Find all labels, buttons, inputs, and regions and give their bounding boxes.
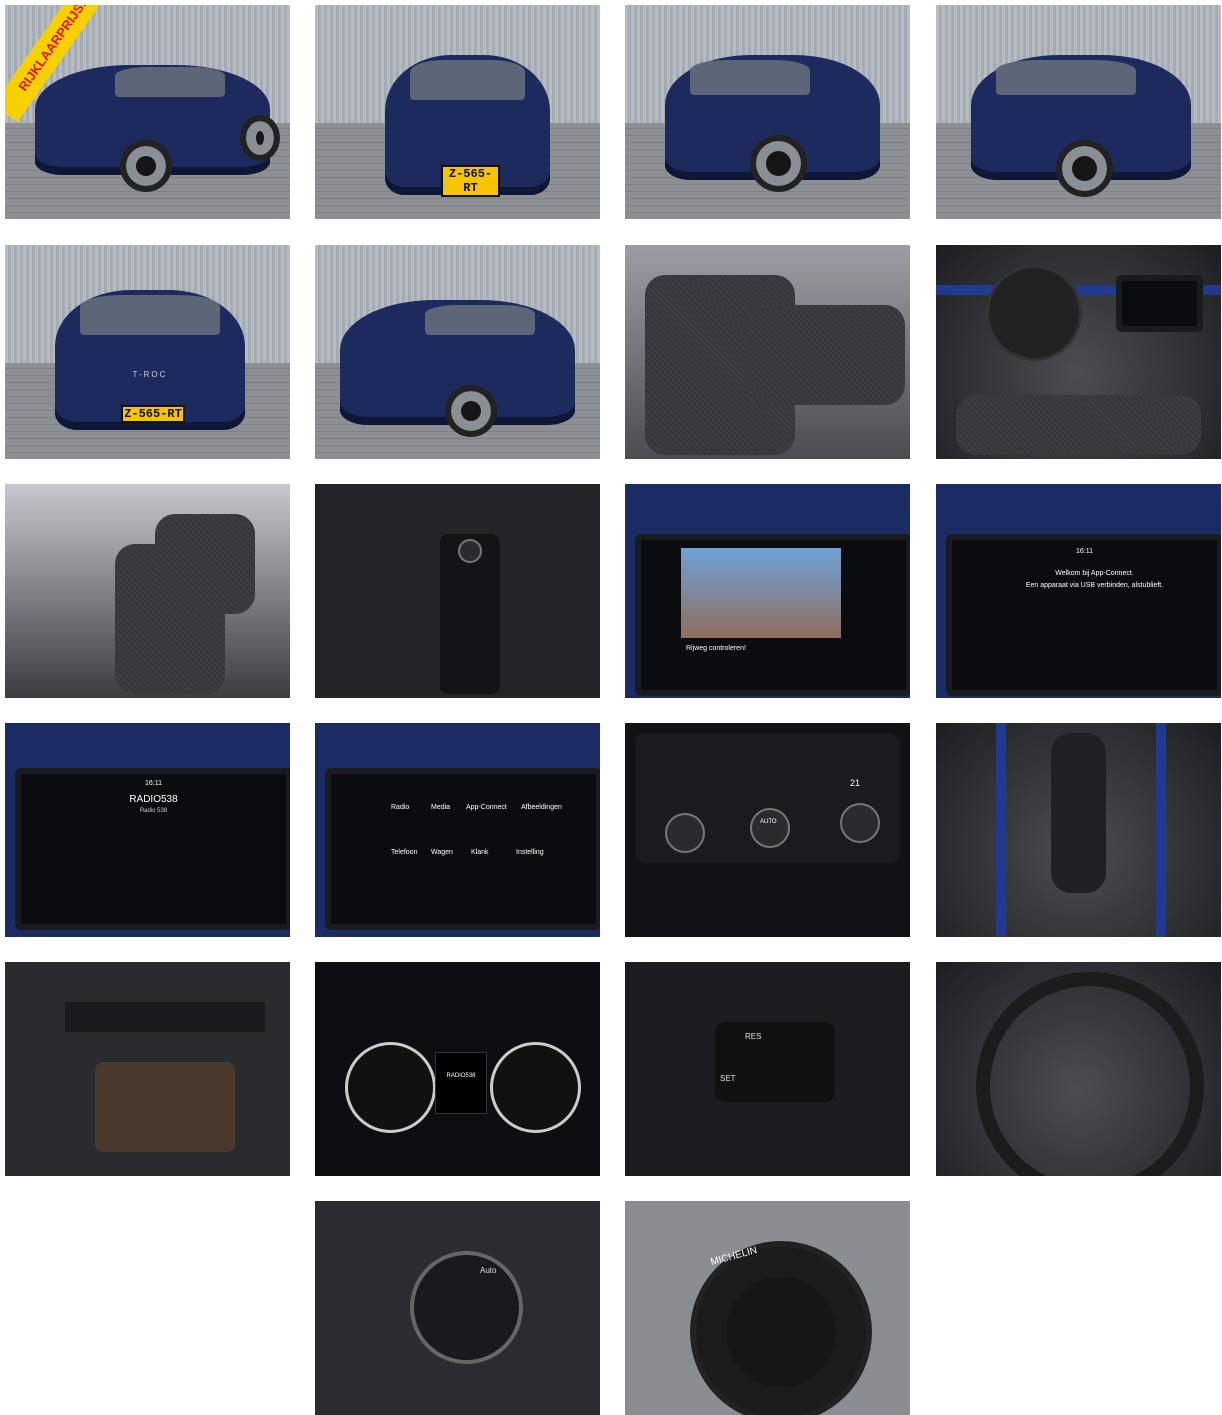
app-connect-text: Een apparaat via USB verbinden, alstubli… — [1025, 582, 1164, 589]
photo-rear-camera[interactable]: Rijweg controleren! — [625, 484, 910, 698]
infotainment-screen: 16:11 RADIO538 Radio 538 — [15, 768, 290, 930]
gear-lever — [1051, 733, 1106, 893]
menu-item: Media — [431, 804, 451, 811]
button-cluster — [715, 1022, 835, 1102]
menu-item: Wagen — [431, 849, 453, 856]
photo-climate-control[interactable]: 21 AUTO — [625, 723, 910, 937]
photo-app-connect[interactable]: 16:11 Welkom bij App-Connect. Een appara… — [936, 484, 1221, 698]
res-label: RES — [745, 1032, 762, 1041]
wheel — [750, 135, 807, 192]
camera-view — [681, 548, 841, 638]
glovebox-slot — [65, 1002, 265, 1032]
photo-rear-three-quarter[interactable] — [936, 5, 1221, 219]
climate-auto: AUTO — [760, 819, 777, 825]
photo-rear-side[interactable] — [315, 245, 600, 459]
infotainment-screen — [1116, 275, 1203, 332]
car-window — [115, 67, 225, 97]
infotainment-screen: Rijweg controleren! — [635, 534, 910, 696]
photo-front-three-quarter[interactable]: RIJKLAARPRIJS!! — [5, 5, 290, 219]
infotainment-screen: 16:11 Welkom bij App-Connect. Een appara… — [946, 534, 1221, 696]
mirror-knob-icon — [458, 539, 482, 563]
wheel — [120, 140, 172, 192]
app-connect-title: Welkom bij App-Connect. — [1055, 570, 1134, 577]
light-switch-dial — [410, 1251, 523, 1364]
photo-instrument-cluster[interactable]: RADIO538 — [315, 962, 600, 1176]
photo-light-switch[interactable]: Auto — [315, 1201, 600, 1415]
rpm-gauge — [345, 1042, 436, 1133]
wheel — [240, 115, 280, 161]
wheel — [690, 1241, 872, 1415]
license-plate: Z-565-RT — [121, 405, 185, 423]
menu-item: Telefoon — [391, 849, 418, 856]
photo-glovebox[interactable] — [5, 962, 290, 1176]
car-window — [410, 60, 525, 100]
set-label: SET — [720, 1074, 736, 1083]
photo-front-seats[interactable] — [5, 484, 290, 698]
photo-front[interactable]: Z-565-RT — [315, 5, 600, 219]
rear-bench — [745, 305, 905, 405]
cluster-station: RADIO538 — [446, 1073, 476, 1079]
photo-wheel[interactable]: MICHELIN — [625, 1201, 910, 1415]
license-plate: Z-565-RT — [441, 165, 500, 197]
menu-item: Afbeeldingen — [521, 804, 562, 811]
climate-temp: 21 — [850, 778, 861, 788]
model-badge: T-ROC — [132, 370, 168, 379]
camera-warning: Rijweg controleren! — [686, 645, 746, 652]
radio-station: RADIO538 — [129, 794, 178, 805]
menu-item: Radio — [391, 804, 410, 811]
steering-wheel — [986, 265, 1082, 361]
photo-steering-buttons[interactable]: RES SET — [625, 962, 910, 1176]
menu-item: App-Connect — [466, 804, 507, 811]
photo-rear[interactable]: T-ROC Z-565-RT — [5, 245, 290, 459]
photo-steering-wheel[interactable] — [936, 962, 1221, 1176]
speed-gauge — [490, 1042, 581, 1133]
infotainment-screen: Radio Media App-Connect Afbeeldingen Tel… — [325, 768, 600, 930]
photo-dashboard[interactable] — [936, 245, 1221, 459]
photo-radio[interactable]: 16:11 RADIO538 Radio 538 — [5, 723, 290, 937]
photo-main-menu[interactable]: Radio Media App-Connect Afbeeldingen Tel… — [315, 723, 600, 937]
photo-rear-seats[interactable] — [625, 245, 910, 459]
auto-label: Auto — [480, 1266, 497, 1275]
wheel — [1056, 140, 1113, 197]
wheel — [445, 385, 497, 437]
radio-sub: Radio 538 — [139, 808, 168, 814]
clock: 16:11 — [1076, 548, 1093, 555]
menu-item: Instelling — [516, 849, 544, 856]
photo-gallery: RIJKLAARPRIJS!! Z-565-RT T-ROC Z-565-RT — [0, 0, 1222, 1415]
photo-side-front[interactable] — [625, 5, 910, 219]
photo-gear-shifter[interactable] — [936, 723, 1221, 937]
manual-wallet — [95, 1062, 235, 1152]
cluster-display: RADIO538 — [435, 1052, 487, 1114]
menu-item: Klank — [471, 849, 489, 856]
photo-window-switches[interactable] — [315, 484, 600, 698]
